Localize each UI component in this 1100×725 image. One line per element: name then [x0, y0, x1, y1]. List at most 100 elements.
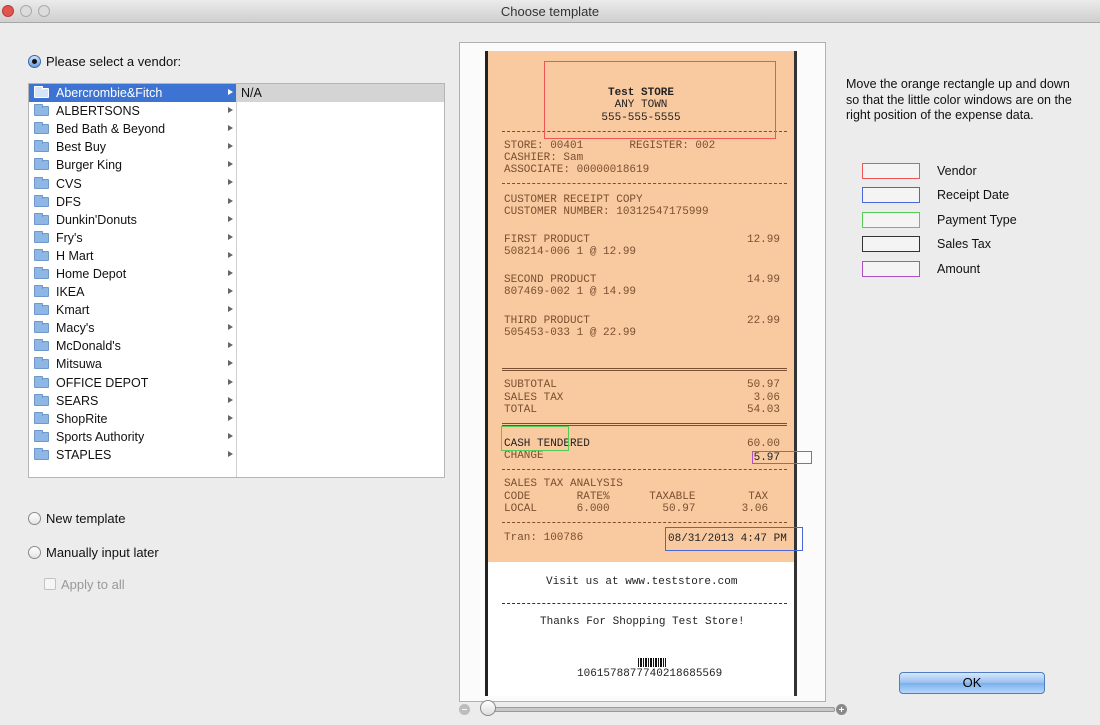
- vendor-item[interactable]: Best Buy: [29, 138, 236, 156]
- legend-payment-type: Payment Type: [862, 212, 1017, 228]
- disclosure-arrow-icon: [228, 251, 233, 258]
- disclosure-arrow-icon: [228, 396, 233, 403]
- disclosure-arrow-icon: [228, 269, 233, 276]
- folder-icon: [34, 194, 49, 207]
- folder-icon: [34, 230, 49, 243]
- disclosure-arrow-icon: [228, 342, 233, 349]
- receipt-subtotal-label: SUBTOTAL: [504, 379, 557, 391]
- new-template-radio[interactable]: [28, 511, 41, 525]
- vendor-item-label: Burger King: [56, 158, 123, 173]
- receipt-item-sku: 807469-002 1 @ 14.99: [504, 286, 637, 298]
- vendor-item[interactable]: IKEA: [29, 283, 236, 301]
- vendor-item[interactable]: Dunkin'Donuts: [29, 211, 236, 229]
- vendor-item[interactable]: Abercrombie&Fitch: [29, 84, 236, 103]
- vendor-item-label: Sports Authority: [56, 429, 145, 444]
- vendor-item[interactable]: ALBERTSONS: [29, 102, 236, 120]
- folder-icon: [34, 321, 49, 334]
- zoom-out-icon[interactable]: [459, 704, 470, 715]
- manual-input-radio[interactable]: [28, 545, 41, 559]
- vendor-item[interactable]: Mitsuwa: [29, 355, 236, 373]
- sales-tax-swatch: [862, 236, 920, 252]
- receipt-thanks-line: Thanks For Shopping Test Store!: [540, 616, 745, 628]
- folder-icon: [34, 375, 49, 388]
- folder-icon: [34, 285, 49, 298]
- vendor-item[interactable]: Kmart: [29, 301, 236, 319]
- receipt-image: Test STORE ANY TOWN 555-555-5555 STORE: …: [485, 51, 812, 696]
- zoom-in-icon[interactable]: [836, 704, 847, 715]
- receipt-tax: 3.06: [753, 392, 780, 404]
- vendor-item-label: Kmart: [56, 303, 90, 318]
- vendor-window[interactable]: [544, 61, 776, 139]
- manual-input-label: Manually input later: [46, 544, 159, 560]
- legend-label: Vendor: [937, 164, 977, 178]
- vendor-item[interactable]: Fry's: [29, 229, 236, 247]
- receipt-subtotal: 50.97: [746, 379, 780, 391]
- legend-label: Sales Tax: [937, 237, 991, 251]
- receipt-change-label: CHANGE: [504, 450, 544, 462]
- receipt-cashier: CASHIER: Sam: [504, 152, 584, 164]
- vendor-item[interactable]: DFS: [29, 193, 236, 211]
- folder-icon: [34, 393, 49, 406]
- vendor-item[interactable]: H Mart: [29, 247, 236, 265]
- vendor-item-label: Home Depot: [56, 266, 127, 281]
- vendor-item[interactable]: Sports Authority: [29, 428, 236, 446]
- select-vendor-radio[interactable]: [28, 54, 41, 68]
- vendor-item[interactable]: CVS: [29, 174, 236, 192]
- payment-type-window[interactable]: [501, 426, 569, 451]
- ok-button[interactable]: OK: [899, 672, 1045, 694]
- vendor-item[interactable]: STAPLES: [29, 446, 236, 464]
- receipt-divider: [502, 183, 787, 184]
- vendor-list[interactable]: Abercrombie&Fitch ALBERTSONS Bed Bath & Be…: [29, 84, 237, 477]
- receipt-preview[interactable]: Test STORE ANY TOWN 555-555-5555 STORE: …: [459, 42, 826, 702]
- disclosure-arrow-icon: [228, 378, 233, 385]
- apply-to-all-checkbox[interactable]: [44, 578, 56, 590]
- vendor-item[interactable]: ShopRite: [29, 410, 236, 428]
- vendor-swatch: [862, 163, 920, 179]
- folder-icon: [34, 248, 49, 261]
- disclosure-arrow-icon: [228, 450, 233, 457]
- vendor-detail-column[interactable]: N/A: [237, 84, 444, 477]
- vendor-item[interactable]: Home Depot: [29, 265, 236, 283]
- zoom-slider-track[interactable]: [484, 707, 835, 712]
- vendor-item[interactable]: SEARS: [29, 392, 236, 410]
- vendor-item-label: Best Buy: [56, 140, 107, 155]
- vendor-item-label: STAPLES: [56, 447, 112, 462]
- vendor-template-detail[interactable]: N/A: [237, 84, 444, 102]
- vendor-item[interactable]: Burger King: [29, 156, 236, 174]
- disclosure-arrow-icon: [228, 89, 233, 95]
- legend-label: Payment Type: [937, 213, 1017, 227]
- vendor-item-label: H Mart: [56, 248, 94, 263]
- receipt-date-swatch: [862, 187, 920, 203]
- vendor-item[interactable]: McDonald's: [29, 337, 236, 355]
- amount-window[interactable]: [752, 451, 812, 464]
- vendor-item-label: ALBERTSONS: [56, 104, 140, 119]
- vendor-item[interactable]: Bed Bath & Beyond: [29, 120, 236, 138]
- receipt-analysis-row: LOCAL 6.000 50.97 3.06: [504, 503, 769, 515]
- select-vendor-option[interactable]: Please select a vendor:: [28, 52, 181, 70]
- receipt-total-label: TOTAL: [504, 404, 538, 416]
- receipt-item-price: 22.99: [746, 315, 780, 327]
- receipt-date-window[interactable]: [665, 527, 803, 551]
- folder-icon: [34, 212, 49, 225]
- new-template-option[interactable]: New template: [28, 509, 125, 527]
- disclosure-arrow-icon: [228, 233, 233, 240]
- apply-to-all-option[interactable]: Apply to all: [44, 575, 125, 593]
- vendor-item-label: CVS: [56, 176, 82, 191]
- zoom-slider-knob[interactable]: [480, 700, 496, 716]
- folder-icon: [34, 266, 49, 279]
- disclosure-arrow-icon: [228, 288, 233, 295]
- vendor-item[interactable]: Macy's: [29, 319, 236, 337]
- disclosure-arrow-icon: [228, 215, 233, 222]
- manual-input-option[interactable]: Manually input later: [28, 543, 159, 561]
- legend-receipt-date: Receipt Date: [862, 187, 1009, 203]
- receipt-item-name: FIRST PRODUCT: [504, 234, 590, 246]
- vendor-item-label: SEARS: [56, 393, 99, 408]
- vendor-item[interactable]: OFFICE DEPOT: [29, 374, 236, 392]
- vendor-item-label: Dunkin'Donuts: [56, 212, 137, 227]
- vendor-browser[interactable]: Abercrombie&Fitch ALBERTSONS Bed Bath & Be…: [28, 83, 445, 478]
- vendor-item-label: McDonald's: [56, 339, 121, 354]
- vendor-item-label: ShopRite: [56, 411, 108, 426]
- disclosure-arrow-icon: [228, 414, 233, 421]
- disclosure-arrow-icon: [228, 197, 233, 204]
- receipt-analysis-title: SALES TAX ANALYSIS: [504, 478, 623, 490]
